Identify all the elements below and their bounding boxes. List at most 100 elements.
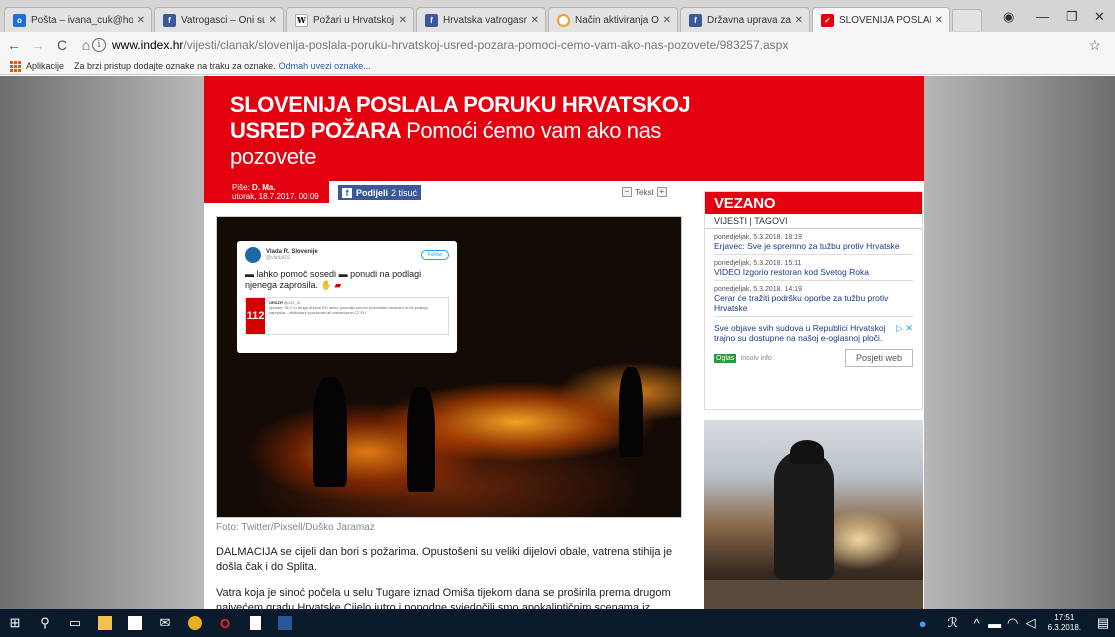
windows-start-icon[interactable]: ⊞	[0, 609, 30, 637]
forward-icon[interactable]: →	[28, 37, 48, 53]
sidebar-tabs: VIJESTI | TAGOVI	[705, 214, 922, 229]
clock-time: 17:51	[1054, 613, 1075, 622]
search-icon[interactable]: ⚲	[30, 609, 60, 637]
tab-title: Državna uprava za zaš	[707, 14, 791, 26]
tab-vatrogasci[interactable]: f Vatrogasci – Oni su na ✕	[154, 7, 284, 32]
back-icon[interactable]: ←	[4, 37, 24, 53]
task-view-icon[interactable]: ▭	[60, 609, 90, 637]
text-smaller-button[interactable]: −	[622, 187, 632, 197]
quoted-tweet: 112 URSZR @112_SI #pozari: SLO in druge …	[245, 297, 449, 335]
minimize-icon[interactable]: —	[1036, 9, 1049, 24]
firefighter-silhouette	[313, 377, 347, 487]
sidebar-ad-image[interactable]	[704, 420, 923, 609]
text-size-control: − Tekst +	[622, 187, 667, 197]
fire-truck-icon: ▰	[334, 280, 342, 290]
url-host: www.index.hr	[112, 38, 184, 52]
document-icon[interactable]	[240, 609, 270, 637]
article-meta: Piše: D. Ma. utorak, 18.7.2017. 00:09 f …	[204, 181, 682, 203]
related-item[interactable]: ponedjeljak, 5.3.2018. 14:19 Cerar će tr…	[714, 281, 913, 317]
tweet-text: ▬ lahko pomoč sosedi ▬ ponudi na podlagi…	[245, 269, 449, 291]
close-icon[interactable]: ✕	[137, 15, 145, 26]
bookmarks-bar: Aplikacije Za brzi pristup dodajte oznak…	[0, 58, 1115, 75]
maximize-icon[interactable]: ❐	[1066, 9, 1078, 25]
page-viewport[interactable]: SLOVENIJA POSLALA PORUKU HRVATSKOJ USRED…	[0, 76, 1115, 609]
help-icon[interactable]: ●	[908, 609, 938, 637]
share-count: 2 tisuć	[391, 187, 418, 198]
chevron-up-icon[interactable]: ^	[968, 609, 986, 637]
word-icon[interactable]	[270, 609, 300, 637]
rooftop-ledge	[704, 580, 923, 609]
mail-icon: o	[13, 13, 26, 27]
tab-title: SLOVENIJA POSLALA P	[839, 15, 931, 26]
close-icon[interactable]: ✕	[531, 15, 539, 26]
profile-icon[interactable]: ◉	[1003, 9, 1014, 25]
tab-duzs[interactable]: f Državna uprava za zaš ✕	[680, 7, 810, 32]
clock[interactable]: 17:51 6.3.2018.	[1048, 613, 1081, 633]
tab-title: Način aktiviranja Oruž	[575, 14, 659, 26]
related-item[interactable]: ponedjeljak, 5.3.2018. 18:19 Erjavec: Sv…	[714, 229, 913, 255]
author-box: Piše: D. Ma. utorak, 18.7.2017. 00:09	[204, 181, 329, 203]
tab-tagovi[interactable]: TAGOVI	[754, 216, 787, 226]
store-icon[interactable]	[120, 609, 150, 637]
ad-text[interactable]: Sve objave svih sudova u Republici Hrvat…	[714, 323, 889, 343]
tab-hvz[interactable]: f Hrvatska vatrogasna za ✕	[416, 7, 546, 32]
apps-icon[interactable]	[10, 60, 21, 72]
facebook-share-button[interactable]: f Podijeli 2 tisuć	[338, 185, 422, 200]
import-bookmarks-link[interactable]: Odmah uvezi oznake...	[279, 61, 371, 71]
article-photo: Vlada R. Slovenije @vladaRS Follow ▬ lah…	[216, 216, 682, 518]
article-date: utorak, 18.7.2017. 00:09	[232, 192, 319, 201]
article-paragraph: Vatra koja je sinoć počela u selu Tugare…	[216, 587, 671, 609]
close-icon[interactable]: ✕	[269, 15, 277, 26]
tab-mail[interactable]: o Pošta – ivana_cuk@ho ✕	[4, 7, 152, 32]
tweet-text-part1: lahko pomoč sosedi	[256, 269, 337, 279]
cap-silhouette	[790, 440, 824, 464]
article-paragraph: DALMACIJA se cijeli dan bori s požarima.…	[216, 546, 673, 573]
opera-icon[interactable]: O	[210, 609, 240, 637]
author-name: D. Ma.	[252, 183, 276, 192]
chrome-icon[interactable]	[180, 609, 210, 637]
author-prefix: Piše:	[232, 183, 250, 192]
new-tab-button[interactable]	[952, 9, 982, 31]
tab-title: Hrvatska vatrogasna za	[443, 14, 527, 26]
follow-button: Follow	[420, 250, 449, 260]
avatar	[245, 247, 261, 263]
headline-box: SLOVENIJA POSLALA PORUKU HRVATSKOJ USRED…	[204, 76, 924, 181]
close-icon[interactable]: ✕	[795, 15, 803, 26]
facebook-icon: f	[689, 13, 702, 27]
related-item[interactable]: ponedjeljak, 5.3.2018. 15:11 VIDEO Izgor…	[714, 255, 913, 281]
text-larger-button[interactable]: +	[656, 187, 667, 197]
related-title[interactable]: VIDEO Izgorio restoran kod Svetog Roka	[714, 267, 913, 277]
fire-emoji-icon: ✋	[320, 280, 332, 290]
visit-web-button[interactable]: Posjeti web	[844, 349, 913, 367]
related-title[interactable]: Erjavec: Sve je spremno za tužbu protiv …	[714, 241, 913, 251]
volume-icon[interactable]: ◁	[1022, 609, 1040, 637]
tab-title: Vatrogasci – Oni su na	[181, 14, 265, 26]
battery-icon[interactable]: ▬	[986, 609, 1004, 637]
bookmark-star-icon[interactable]: ☆	[1088, 37, 1101, 54]
address-bar[interactable]: i www.index.hr/vijesti/clanak/slovenija-…	[92, 35, 1072, 55]
wikipedia-icon: W	[295, 13, 308, 27]
close-icon[interactable]: ✕	[663, 15, 671, 26]
share-label: Podijeli	[356, 187, 389, 198]
adchoices-icon[interactable]: ▷ ✕	[896, 323, 913, 334]
wifi-icon[interactable]: ◠	[1004, 609, 1022, 637]
notifications-icon[interactable]: ▤	[1091, 609, 1115, 637]
close-icon[interactable]: ✕	[399, 15, 407, 26]
tab-aktiviranje[interactable]: Način aktiviranja Oruž ✕	[548, 7, 678, 32]
tab-active-article[interactable]: ✓ SLOVENIJA POSLALA P ✕	[812, 7, 950, 33]
file-explorer-icon[interactable]	[90, 609, 120, 637]
article-headline: SLOVENIJA POSLALA PORUKU HRVATSKOJ USRED…	[230, 92, 700, 170]
text-size-label: Tekst	[635, 187, 654, 197]
reload-icon[interactable]: C	[52, 37, 72, 53]
close-window-icon[interactable]: ✕	[1094, 9, 1105, 25]
sidebar-ad: Sve objave svih sudova u Republici Hrvat…	[714, 323, 913, 367]
tab-wikipedia[interactable]: W Požari u Hrvatskoj 201 ✕	[286, 7, 414, 32]
related-title[interactable]: Cerar će tražiti podršku oporbe za tužbu…	[714, 293, 913, 313]
info-icon[interactable]: i	[92, 38, 106, 52]
mail-icon[interactable]: ✉	[150, 609, 180, 637]
index-icon: ✓	[821, 14, 834, 27]
apps-label[interactable]: Aplikacije	[26, 61, 64, 71]
tab-vijesti[interactable]: VIJESTI	[714, 216, 747, 226]
close-icon[interactable]: ✕	[935, 15, 943, 26]
people-icon[interactable]: ℛ	[938, 609, 968, 637]
